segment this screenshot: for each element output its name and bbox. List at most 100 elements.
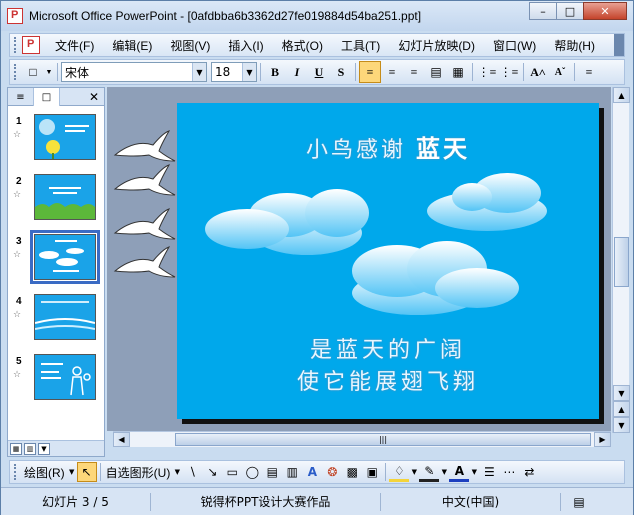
- current-slide[interactable]: 小鸟感谢 蓝天 是蓝天的广阔 使它能展翅飞翔: [177, 103, 599, 419]
- slide-thumbnail-5[interactable]: 5 ☆: [8, 354, 104, 406]
- diagram-icon[interactable]: ❂: [322, 462, 342, 482]
- chevron-down-icon[interactable]: ▼: [192, 63, 206, 81]
- line-style-icon[interactable]: ☰: [479, 462, 499, 482]
- menu-file[interactable]: 文件(F): [46, 37, 103, 54]
- slide-thumbnail-2[interactable]: 2 ☆: [8, 174, 104, 226]
- rectangle-tool-icon[interactable]: ▭: [222, 462, 242, 482]
- bold-button[interactable]: B: [264, 61, 286, 83]
- underline-button[interactable]: U: [308, 61, 330, 83]
- previous-slide-icon[interactable]: ▲: [613, 401, 630, 417]
- vertical-textbox-icon[interactable]: ▥: [282, 462, 302, 482]
- powerpoint-window: Microsoft Office PowerPoint - [0afdbba6b…: [0, 0, 634, 515]
- draw-menu-button[interactable]: 绘图(R): [22, 464, 67, 481]
- tab-outline[interactable]: ≡: [8, 88, 34, 106]
- slide-sorter-icon[interactable]: ▥: [24, 442, 36, 455]
- menu-help[interactable]: 帮助(H): [545, 37, 604, 54]
- restore-button[interactable]: □: [556, 2, 584, 20]
- normal-view-icon[interactable]: ▦: [10, 442, 22, 455]
- font-size-value: 18: [215, 65, 231, 79]
- distribute-icon[interactable]: ▤: [425, 61, 447, 83]
- slideshow-view-icon[interactable]: ▼: [38, 442, 50, 455]
- font-name-select[interactable]: 宋体 ▼: [61, 62, 207, 82]
- toolbar-options-icon[interactable]: ▼: [44, 61, 54, 83]
- flying-birds-image[interactable]: [109, 127, 179, 297]
- chevron-down-icon[interactable]: ▼: [469, 462, 479, 482]
- menu-slideshow[interactable]: 幻灯片放映(D): [389, 37, 484, 54]
- next-slide-icon[interactable]: ▼: [613, 417, 630, 433]
- autoshapes-menu-button[interactable]: 自选图形(U): [104, 464, 173, 481]
- tab-slides[interactable]: □: [34, 88, 60, 106]
- clouds-image[interactable]: [177, 163, 599, 363]
- increase-font-button[interactable]: A˄: [527, 61, 549, 83]
- clipart-icon[interactable]: ▩: [342, 462, 362, 482]
- scroll-down-icon[interactable]: ▼: [613, 385, 630, 401]
- horizontal-scroll-thumb[interactable]: |||: [175, 433, 591, 446]
- arrow-tool-icon[interactable]: ↘: [202, 462, 222, 482]
- fill-color-icon[interactable]: ♢: [389, 462, 410, 482]
- select-pointer-icon[interactable]: ↖: [76, 462, 97, 482]
- menu-view[interactable]: 视图(V): [161, 37, 219, 54]
- new-document-icon[interactable]: □: [22, 61, 44, 83]
- scroll-right-icon[interactable]: ▶: [594, 432, 611, 447]
- arrow-style-icon[interactable]: ⇄: [519, 462, 539, 482]
- slide-preview: [34, 354, 96, 400]
- document-icon[interactable]: [22, 36, 40, 54]
- toolbar-separator: [99, 463, 101, 481]
- slide-thumbnail-3[interactable]: 3 ☆: [8, 230, 104, 286]
- menu-format[interactable]: 格式(O): [273, 37, 332, 54]
- powerpoint-app-icon[interactable]: [7, 8, 23, 24]
- font-size-select[interactable]: 18 ▼: [211, 62, 257, 82]
- scroll-left-icon[interactable]: ◀: [113, 432, 130, 447]
- scroll-up-icon[interactable]: ▲: [613, 87, 630, 103]
- picture-icon[interactable]: ▣: [362, 462, 382, 482]
- animation-star-icon: ☆: [13, 310, 22, 320]
- chevron-down-icon[interactable]: ▼: [439, 462, 449, 482]
- dash-style-icon[interactable]: ⋯: [499, 462, 519, 482]
- toolbar-grip[interactable]: [14, 464, 18, 480]
- slide-number: 2: [16, 176, 22, 187]
- slide-body-line: 是蓝天的广阔: [309, 338, 466, 363]
- shadow-button[interactable]: S: [330, 61, 352, 83]
- title-bar: Microsoft Office PowerPoint - [0afdbba6b…: [1, 1, 633, 31]
- slide-thumbnail-1[interactable]: 1 ☆: [8, 114, 104, 166]
- align-left-icon[interactable]: ≡: [359, 61, 381, 83]
- menu-tools[interactable]: 工具(T): [332, 37, 389, 54]
- menu-grip[interactable]: [14, 37, 18, 53]
- horizontal-scrollbar[interactable]: ◀ ||| ▶: [113, 431, 611, 447]
- vertical-scrollbar[interactable]: ▲ ▼ ▲ ▼: [612, 87, 630, 433]
- menu-edit[interactable]: 编辑(E): [103, 37, 161, 54]
- slide-body-text[interactable]: 是蓝天的广阔 使它能展翅飞翔: [177, 335, 599, 399]
- numbering-icon[interactable]: ⋮≡: [476, 61, 498, 83]
- line-color-icon[interactable]: ✎: [419, 462, 440, 482]
- close-button[interactable]: ✕: [583, 2, 627, 20]
- menu-insert[interactable]: 插入(I): [219, 37, 272, 54]
- chevron-down-icon[interactable]: ▼: [67, 462, 77, 482]
- toolbar-grip[interactable]: [14, 64, 18, 80]
- chevron-down-icon[interactable]: ▼: [242, 63, 256, 81]
- slide-title[interactable]: 小鸟感谢 蓝天: [177, 129, 599, 164]
- align-right-icon[interactable]: ≡: [403, 61, 425, 83]
- vertical-align-icon[interactable]: ▦: [447, 61, 469, 83]
- chevron-down-icon[interactable]: ▼: [172, 462, 182, 482]
- formatting-toolbar: □ ▼ 宋体 ▼ 18 ▼ B I U S ≡ ≡ ≡ ▤ ▦ ⋮≡ ⋮≡ A˄…: [9, 59, 625, 85]
- menu-overflow-handle[interactable]: [614, 34, 624, 56]
- close-icon[interactable]: ✕: [84, 88, 104, 105]
- textbox-tool-icon[interactable]: ▤: [262, 462, 282, 482]
- spelling-status-icon[interactable]: ▤: [561, 493, 597, 511]
- wordart-icon[interactable]: A: [302, 462, 322, 482]
- italic-button[interactable]: I: [286, 61, 308, 83]
- decrease-font-icon[interactable]: Aˇ: [549, 61, 571, 83]
- bullets-icon[interactable]: ⋮≡: [498, 61, 520, 83]
- align-center-icon[interactable]: ≡: [381, 61, 403, 83]
- oval-tool-icon[interactable]: ◯: [242, 462, 262, 482]
- slide-thumbnail-4[interactable]: 4 ☆: [8, 294, 104, 346]
- indent-icon[interactable]: ≡: [578, 61, 600, 83]
- chevron-down-icon[interactable]: ▼: [409, 462, 419, 482]
- line-tool-icon[interactable]: ∖: [182, 462, 202, 482]
- toolbar-separator: [574, 63, 575, 81]
- menu-window[interactable]: 窗口(W): [484, 37, 545, 54]
- minimize-button[interactable]: –: [529, 2, 557, 20]
- vertical-scroll-thumb[interactable]: [614, 237, 629, 287]
- font-color-icon[interactable]: A: [449, 462, 470, 482]
- slide-preview-art: [39, 240, 84, 272]
